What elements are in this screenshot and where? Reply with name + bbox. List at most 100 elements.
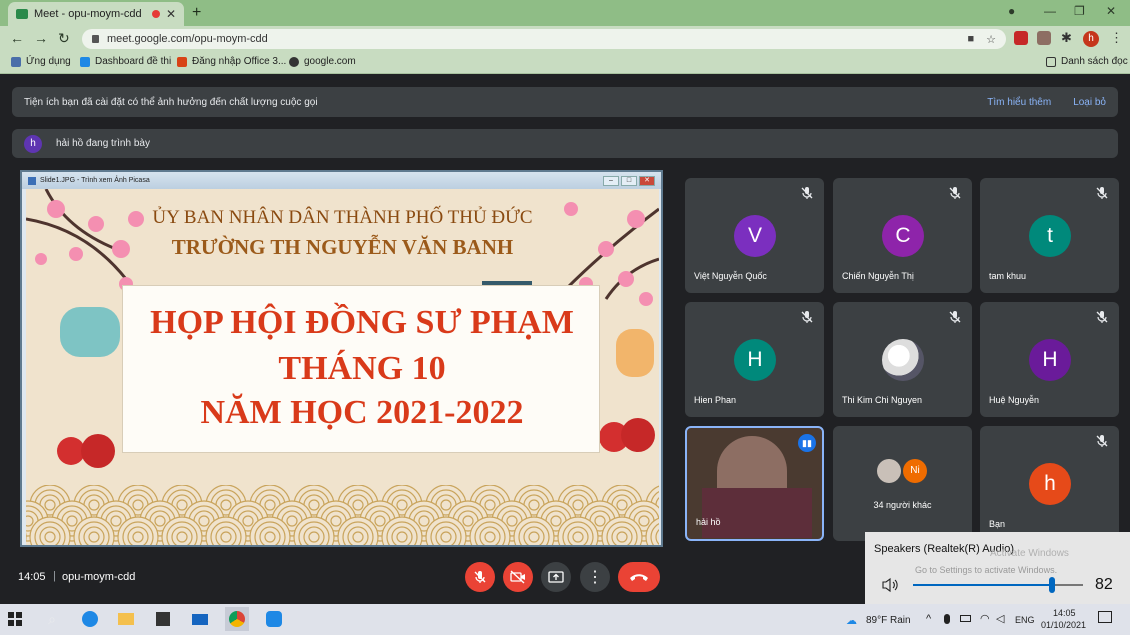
battery-icon[interactable] xyxy=(960,615,971,622)
url-text: meet.google.com/opu-moym-cdd xyxy=(107,33,268,45)
participant-avatar: C xyxy=(882,215,924,257)
slide-line-1: ỦY BAN NHÂN DÂN THÀNH PHỐ THỦ ĐỨC xyxy=(152,207,533,228)
participant-name: Thi Kim Chi Nguyen xyxy=(842,395,923,405)
participant-tile[interactable]: V Việt Nguyễn Quốc xyxy=(685,178,824,293)
close-window-button[interactable]: ✕ xyxy=(1106,4,1116,18)
present-now-button[interactable] xyxy=(541,562,571,592)
extension-icon[interactable] xyxy=(1037,31,1051,45)
slide-wave-pattern xyxy=(26,485,659,545)
address-bar[interactable]: meet.google.com/opu-moym-cdd ■ ☆ xyxy=(82,29,1006,49)
participant-tile[interactable]: Thi Kim Chi Nguyen xyxy=(833,302,972,417)
picasa-close-button: ✕ xyxy=(639,175,655,186)
bookmark-apps[interactable]: Ứng dụng xyxy=(11,56,71,67)
menu-kebab-icon[interactable]: ⋮ xyxy=(1110,30,1123,46)
profile-avatar[interactable]: h xyxy=(1083,31,1099,47)
participant-tile[interactable]: h Bạn xyxy=(980,426,1119,541)
bookmark-dashboard[interactable]: Dashboard đề thi xyxy=(80,56,171,67)
participant-avatar: h xyxy=(1029,463,1071,505)
profile-indicator-icon[interactable]: ● xyxy=(1008,4,1015,18)
camera-toggle-button[interactable] xyxy=(503,562,533,592)
notification-icon[interactable] xyxy=(1098,611,1112,623)
slide-title-2: THÁNG 10 xyxy=(278,350,446,387)
clock-date[interactable]: 01/10/2021 xyxy=(1041,620,1086,630)
participant-name: Hien Phan xyxy=(694,395,737,405)
store-icon[interactable] xyxy=(151,607,175,631)
participant-tile[interactable]: C Chiến Nguyễn Thị xyxy=(833,178,972,293)
minimize-button[interactable]: — xyxy=(1044,4,1056,18)
activate-windows-hint: Go to Settings to activate Windows. xyxy=(915,565,1058,575)
tab-close-icon[interactable]: ✕ xyxy=(166,7,176,21)
participant-tile[interactable]: t tam khuu xyxy=(980,178,1119,293)
tray-chevron-icon[interactable]: ^ xyxy=(926,613,931,625)
slide-line-2: TRƯỜNG TH NGUYỄN VĂN BANH xyxy=(171,235,514,259)
speaking-indicator-icon: ▮▮ xyxy=(798,434,816,452)
google-drive-icon xyxy=(80,56,90,67)
extension-shield-icon[interactable] xyxy=(1014,31,1028,45)
meeting-time: 14:05 xyxy=(18,571,46,583)
recording-indicator-icon xyxy=(151,10,160,18)
slide-title-1: HỌP HỘI ĐỒNG SƯ PHẠM xyxy=(150,304,574,341)
windows-start-icon[interactable] xyxy=(3,607,27,631)
bookmark-office[interactable]: Đăng nhập Office 3... xyxy=(177,56,286,67)
new-tab-button[interactable]: + xyxy=(192,4,201,22)
participant-tile[interactable]: ▮▮ hải hồ xyxy=(685,426,824,541)
globe-icon xyxy=(289,56,299,67)
search-icon[interactable]: ⌕ xyxy=(40,607,64,631)
other-participant-initials: Ni xyxy=(903,459,927,483)
learn-more-link[interactable]: Tìm hiểu thêm xyxy=(987,97,1051,108)
picasa-minimize-button: – xyxy=(603,175,619,186)
speaker-volume-icon[interactable] xyxy=(881,577,901,593)
shared-screen[interactable]: Slide1.JPG - Trình xem Ảnh Picasa – □ ✕ ỦY… xyxy=(20,170,663,547)
more-options-icon[interactable]: ⋮ xyxy=(580,562,610,592)
presenting-banner: h hải hồ đang trình bày xyxy=(12,129,1118,158)
microphone-tray-icon[interactable] xyxy=(944,614,950,624)
participant-tile[interactable]: Ni 34 người khác xyxy=(833,426,972,541)
participant-avatar: V xyxy=(734,215,776,257)
browser-tab[interactable]: Meet - opu-moym-cdd ✕ xyxy=(8,2,184,26)
language-indicator[interactable]: ENG xyxy=(1015,615,1035,625)
picasa-maximize-button: □ xyxy=(621,175,637,186)
reading-list-icon xyxy=(1046,56,1056,67)
video-feed-body xyxy=(702,488,812,538)
bookmark-star-icon[interactable]: ☆ xyxy=(986,33,996,46)
leave-call-button[interactable] xyxy=(618,562,660,592)
tab-title: Meet - opu-moym-cdd xyxy=(34,8,142,20)
participant-avatar: H xyxy=(734,339,776,381)
clock-time[interactable]: 14:05 xyxy=(1053,608,1076,618)
back-button[interactable]: ← xyxy=(10,30,24,46)
weather-text[interactable]: 89°F Rain xyxy=(866,615,911,626)
presenter-avatar: h xyxy=(24,134,42,153)
network-icon[interactable]: ◠ xyxy=(980,612,990,625)
maximize-button[interactable]: ❐ xyxy=(1074,4,1085,18)
hang-up-icon xyxy=(630,574,648,581)
present-screen-icon xyxy=(548,571,564,583)
volume-thumb[interactable] xyxy=(1049,577,1056,593)
mic-muted-icon xyxy=(801,187,813,199)
edge-icon[interactable] xyxy=(78,607,102,631)
lock-icon xyxy=(92,35,99,43)
zalo-icon[interactable] xyxy=(262,607,286,631)
meeting-code[interactable]: opu-moym-cdd xyxy=(62,571,135,583)
participant-name: Chiến Nguyễn Thị xyxy=(842,271,914,281)
mic-muted-icon xyxy=(1096,311,1108,323)
puzzle-extensions-icon[interactable]: ✱ xyxy=(1061,30,1072,46)
bookmark-google[interactable]: google.com xyxy=(289,56,356,67)
remove-link[interactable]: Loại bỏ xyxy=(1073,97,1106,108)
participant-avatar xyxy=(882,339,924,381)
volume-flyout: Speakers (Realtek(R) Audio) Activate Win… xyxy=(865,532,1130,605)
reading-list[interactable]: Danh sách đọc xyxy=(1046,56,1128,67)
volume-slider[interactable] xyxy=(913,577,1083,593)
participant-tile[interactable]: H Huệ Nguyễn xyxy=(980,302,1119,417)
chrome-icon[interactable] xyxy=(225,607,249,631)
participant-name: hải hồ xyxy=(696,517,721,527)
microphone-toggle-button[interactable] xyxy=(465,562,495,592)
volume-fill xyxy=(913,584,1053,586)
file-explorer-icon[interactable] xyxy=(114,607,138,631)
participant-name: Việt Nguyễn Quốc xyxy=(694,271,767,281)
reload-button[interactable]: ↻ xyxy=(58,30,70,47)
forward-button[interactable]: → xyxy=(34,30,48,46)
participant-tile[interactable]: H Hien Phan xyxy=(685,302,824,417)
volume-tray-icon[interactable]: ◁ xyxy=(996,612,1004,625)
mail-icon[interactable] xyxy=(188,607,212,631)
camera-icon[interactable]: ■ xyxy=(967,33,974,46)
